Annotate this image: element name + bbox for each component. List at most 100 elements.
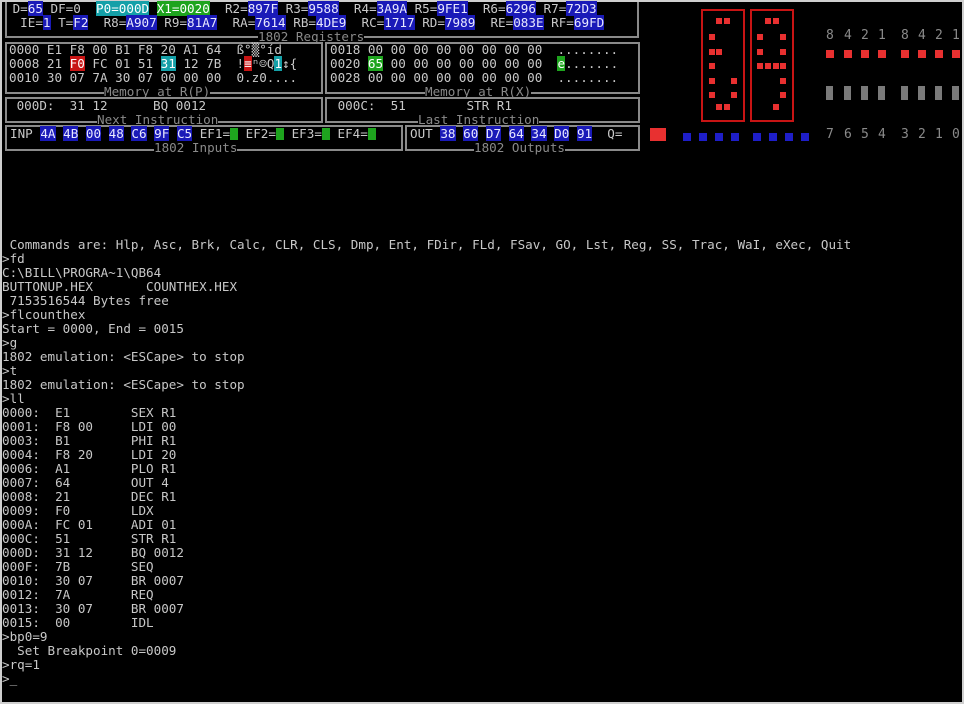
console-line: 0013: 30 07 BR 0007 — [2, 601, 184, 616]
hex-segment — [731, 78, 737, 84]
output-byte: D0 — [554, 126, 570, 141]
output-bit-led — [801, 133, 809, 141]
memory-row: 0010 30 07 7A 30 07 00 00 00 0.z0.... — [9, 71, 297, 85]
input-byte: 9F — [154, 126, 170, 141]
memory-cell: 12 7B ! — [175, 56, 245, 71]
input-byte: 00 — [85, 126, 102, 141]
outputs-line: OUT 38 60 D7 64 34 D0 91 Q= — [410, 126, 623, 141]
hex-segment — [724, 104, 730, 110]
hex-segment — [757, 34, 763, 40]
output-byte: 64 — [508, 126, 524, 141]
console-line: 0010: 30 07 BR 0007 — [2, 573, 184, 588]
memory-row: 0028 00 00 00 00 00 00 00 00 ........ — [330, 71, 618, 85]
input-bit-led — [952, 50, 960, 58]
q-label: Q= — [599, 126, 623, 141]
memory-cell: e — [557, 56, 566, 71]
console-line: 0009: F0 LDX — [2, 503, 154, 518]
output-byte: 38 — [440, 126, 456, 141]
memory-cell: 31 — [160, 56, 176, 71]
output-bit-led — [753, 133, 761, 141]
console-line: BUTTONUP.HEX COUNTHEX.HEX — [2, 279, 238, 294]
memory-cell: ....... — [565, 56, 619, 71]
toggle-switch[interactable] — [878, 86, 885, 100]
hex-segment — [780, 34, 786, 40]
console-line: >rq=1 — [2, 657, 40, 672]
input-byte: C5 — [176, 126, 193, 141]
console-line: >fd — [2, 251, 25, 266]
console-line: >_ — [2, 671, 18, 686]
console-line: 0008: 21 DEC R1 — [2, 489, 177, 504]
memory-rp-dump: 0000 E1 F8 00 B1 F8 20 A1 64 ß°▒°íd 0008 … — [9, 43, 297, 85]
hex-segment — [716, 49, 722, 55]
console-line: >flcounthex — [2, 307, 86, 322]
memory-cell: F0 — [69, 56, 85, 71]
console-line: Set Breakpoint 0=0009 — [2, 643, 177, 658]
console-line: 0006: A1 PLO R1 — [2, 461, 177, 476]
outputs-label: OUT — [410, 126, 441, 141]
console-line: 0004: F8 20 LDI 20 — [2, 447, 177, 462]
memory-cell: ⁿ☺Q — [251, 56, 275, 71]
hex-segment — [716, 18, 722, 24]
bit-weight-label: 2 — [935, 28, 943, 43]
hex-segment — [724, 18, 730, 24]
memory-cell: 0008 21 — [9, 56, 70, 71]
console-line: >g — [2, 335, 18, 350]
bit-weight-label: 2 — [861, 28, 869, 43]
memory-cell: ↕{ — [282, 56, 298, 71]
bit-weight-label: 4 — [844, 28, 852, 43]
output-bit-led — [683, 133, 691, 141]
bit-index-label: 6 — [844, 127, 852, 142]
toggle-switch[interactable] — [935, 86, 942, 100]
hex-segment — [757, 49, 763, 55]
console-line: 0003: B1 PHI R1 — [2, 433, 177, 448]
hex-segment — [780, 92, 786, 98]
hex-segment — [773, 63, 779, 69]
toggle-switch[interactable] — [901, 86, 908, 100]
bit-index-label: 1 — [935, 127, 943, 142]
toggle-switch[interactable] — [861, 86, 868, 100]
memory-row: 0008 21 F0 FC 01 51 31 12 7B !≡ⁿ☺Q1↕{ — [9, 56, 298, 71]
hex-segment — [757, 63, 763, 69]
input-bit-led — [878, 50, 886, 58]
hex-segment — [765, 63, 771, 69]
input-bit-led — [826, 50, 834, 58]
input-byte: 48 — [108, 126, 124, 141]
output-bit-led — [785, 133, 793, 141]
last-instruction-text: 000C: 51 STR R1 — [330, 98, 512, 113]
console-line: 0012: 7A REQ — [2, 587, 154, 602]
q-led — [650, 128, 666, 141]
memory-cell: FC 01 51 — [84, 56, 161, 71]
inputs-line: INP 4A 4B 00 48 C6 9F C5 EF1= EF2= EF3= … — [10, 126, 383, 141]
ef-flag-indicator — [367, 128, 376, 140]
output-bit-led — [731, 133, 739, 141]
ef-flag-label: EF4= — [337, 126, 368, 141]
toggle-switch[interactable] — [844, 86, 851, 100]
bit-weight-label: 1 — [878, 28, 886, 43]
toggle-switch[interactable] — [826, 86, 833, 100]
toggle-switch[interactable] — [918, 86, 925, 100]
hex-display-left — [701, 9, 745, 122]
output-bit-led — [769, 133, 777, 141]
memory-cell: 0020 — [330, 56, 368, 71]
input-bit-led — [844, 50, 852, 58]
output-byte: 91 — [576, 126, 593, 141]
bit-weight-label: 1 — [952, 28, 960, 43]
output-byte: 60 — [463, 126, 479, 141]
console-line: >ll — [2, 391, 25, 406]
hex-segment — [780, 49, 786, 55]
input-bit-led — [861, 50, 869, 58]
ef-flag-indicator — [230, 128, 239, 140]
memory-cell: 00 00 00 00 00 00 00 — [383, 56, 558, 71]
output-byte: 34 — [531, 126, 547, 141]
toggle-switch[interactable] — [952, 86, 959, 100]
memory-cell: 0028 00 00 00 00 00 00 00 00 ........ — [330, 70, 619, 85]
